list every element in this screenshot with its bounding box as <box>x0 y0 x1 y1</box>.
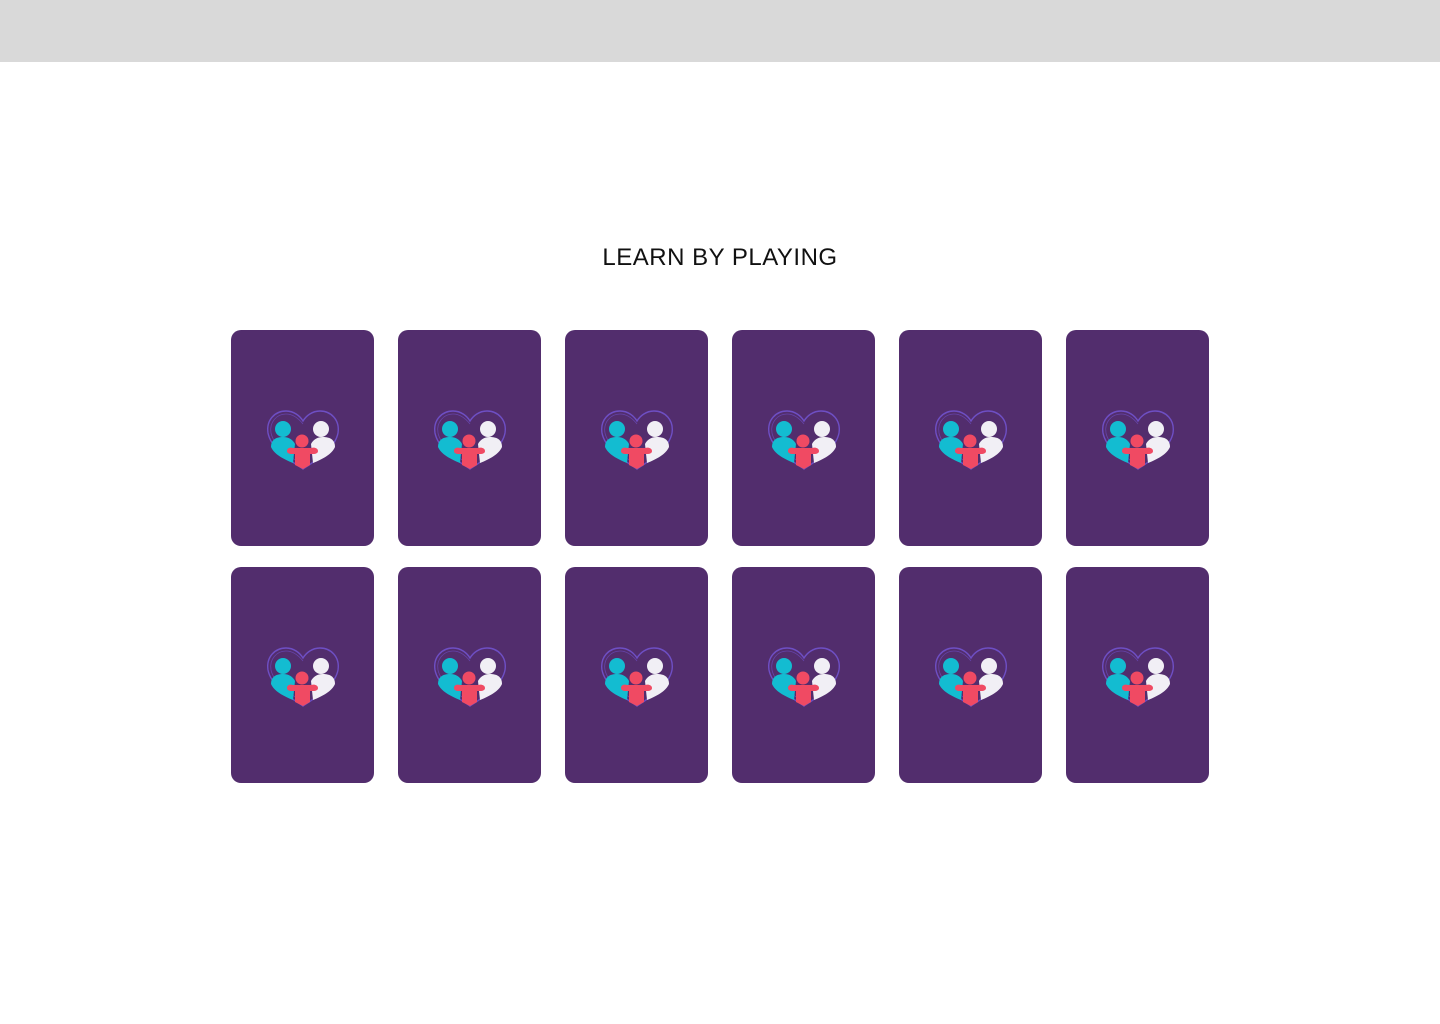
memory-card[interactable] <box>1066 567 1209 783</box>
memory-card[interactable] <box>1066 330 1209 546</box>
memory-card-board <box>231 330 1209 783</box>
family-heart-logo-icon <box>934 647 1007 707</box>
family-heart-logo-icon <box>600 647 673 707</box>
family-heart-logo-icon <box>433 647 506 707</box>
memory-card[interactable] <box>231 330 374 546</box>
memory-card[interactable] <box>899 330 1042 546</box>
memory-card[interactable] <box>732 567 875 783</box>
memory-card[interactable] <box>565 567 708 783</box>
page-title: LEARN BY PLAYING <box>602 244 838 271</box>
memory-card[interactable] <box>899 567 1042 783</box>
family-heart-logo-icon <box>767 647 840 707</box>
family-heart-logo-icon <box>1101 410 1174 470</box>
family-heart-logo-icon <box>767 410 840 470</box>
memory-card[interactable] <box>231 567 374 783</box>
family-heart-logo-icon <box>600 410 673 470</box>
family-heart-logo-icon <box>934 410 1007 470</box>
top-bar <box>0 0 1440 62</box>
family-heart-logo-icon <box>1101 647 1174 707</box>
memory-card[interactable] <box>398 330 541 546</box>
family-heart-logo-icon <box>266 647 339 707</box>
memory-card[interactable] <box>398 567 541 783</box>
family-heart-logo-icon <box>266 410 339 470</box>
memory-card[interactable] <box>565 330 708 546</box>
memory-card[interactable] <box>732 330 875 546</box>
family-heart-logo-icon <box>433 410 506 470</box>
